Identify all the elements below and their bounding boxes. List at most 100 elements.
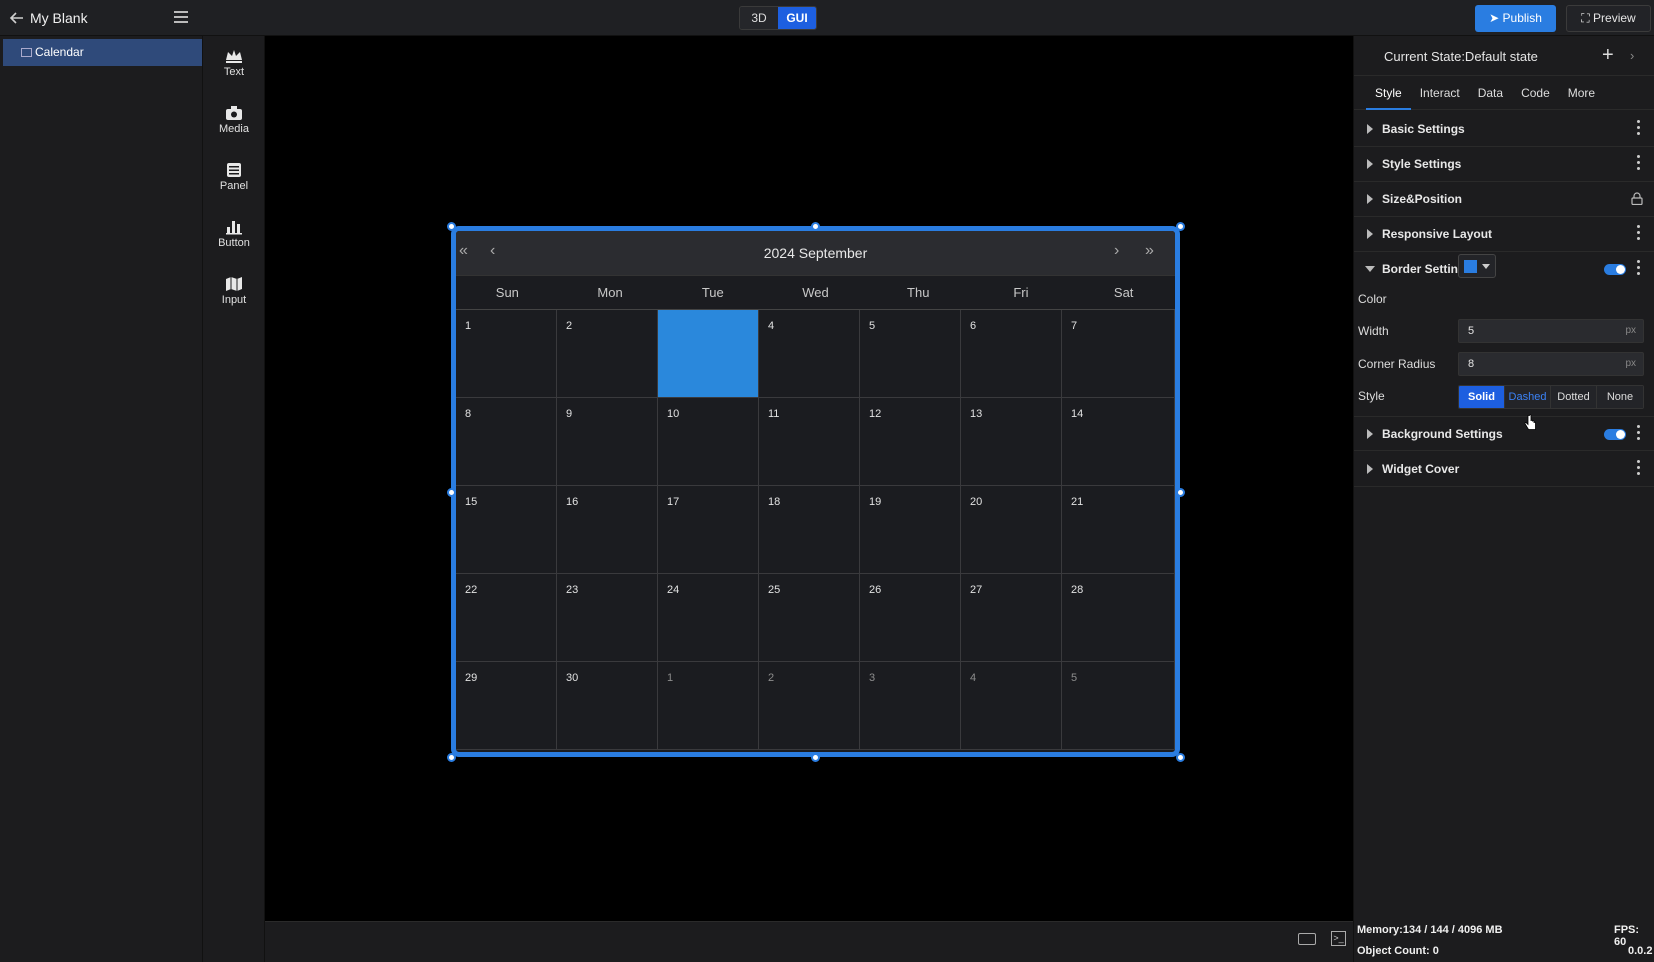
calendar-day-cell[interactable]: 3 xyxy=(860,662,961,750)
calendar-day-cell[interactable]: 26 xyxy=(860,574,961,662)
section-basic-settings[interactable]: Basic Settings xyxy=(1354,112,1654,147)
calendar-day-cell[interactable]: 13 xyxy=(961,398,1062,486)
section-background-settings[interactable]: Background Settings xyxy=(1354,416,1654,451)
calendar-day-cell[interactable]: 27 xyxy=(961,574,1062,662)
tab-data[interactable]: Data xyxy=(1469,76,1512,110)
calendar-widget[interactable]: « ‹ 2024 September › » Sun Mon Tue Wed T… xyxy=(451,226,1180,757)
lock-icon[interactable] xyxy=(1631,192,1643,205)
calendar-day-cell[interactable]: 5 xyxy=(1062,662,1175,750)
style-solid-button[interactable]: Solid xyxy=(1459,386,1505,408)
more-vertical-icon[interactable] xyxy=(1637,225,1641,243)
calendar-day-cell[interactable]: 22 xyxy=(456,574,557,662)
calendar-day-cell[interactable]: 6 xyxy=(961,310,1062,398)
style-dashed-button[interactable]: Dashed xyxy=(1505,386,1551,408)
calendar-day-cell[interactable]: 20 xyxy=(961,486,1062,574)
calendar-day-cell[interactable]: 4 xyxy=(759,310,860,398)
calendar-day-cell[interactable]: 9 xyxy=(557,398,658,486)
background-toggle[interactable] xyxy=(1604,429,1626,440)
more-vertical-icon[interactable] xyxy=(1637,425,1641,443)
more-vertical-icon[interactable] xyxy=(1637,120,1641,138)
publish-button[interactable]: ➤ Publish xyxy=(1475,5,1556,32)
calendar-day-cell[interactable]: 7 xyxy=(1062,310,1175,398)
calendar-day-cell[interactable]: 25 xyxy=(759,574,860,662)
resize-handle-n[interactable] xyxy=(811,222,820,231)
next-year-icon[interactable]: » xyxy=(1145,242,1154,260)
calendar-day-cell[interactable]: 21 xyxy=(1062,486,1175,574)
more-vertical-icon[interactable] xyxy=(1637,260,1641,278)
day-number: 15 xyxy=(465,496,478,508)
menu-icon[interactable] xyxy=(174,11,188,23)
tab-interact[interactable]: Interact xyxy=(1411,76,1469,110)
resize-handle-nw[interactable] xyxy=(447,222,456,231)
tool-text[interactable]: Text xyxy=(203,48,265,98)
calendar-day-cell[interactable]: 29 xyxy=(456,662,557,750)
resize-handle-sw[interactable] xyxy=(447,753,456,762)
weekday-label: Fri xyxy=(1013,285,1029,300)
calendar-day-cell[interactable]: 23 xyxy=(557,574,658,662)
calendar-day-cell[interactable]: 12 xyxy=(860,398,961,486)
add-state-icon[interactable]: + xyxy=(1602,44,1614,67)
calendar-day-cell[interactable]: 8 xyxy=(456,398,557,486)
day-number: 5 xyxy=(1071,672,1078,684)
section-style-settings[interactable]: Style Settings xyxy=(1354,147,1654,182)
calendar-day-cell[interactable]: 2 xyxy=(557,310,658,398)
color-picker[interactable] xyxy=(1458,254,1496,278)
calendar-day-cell[interactable]: 28 xyxy=(1062,574,1175,662)
calendar-day-cell[interactable]: 19 xyxy=(860,486,961,574)
resize-handle-s[interactable] xyxy=(811,753,820,762)
calendar-day-cell[interactable]: 2 xyxy=(759,662,860,750)
calendar-day-cell[interactable]: 4 xyxy=(961,662,1062,750)
tool-panel[interactable]: Panel xyxy=(203,162,265,212)
calendar-day-cell[interactable]: 17 xyxy=(658,486,759,574)
calendar-day-cell[interactable]: 10 xyxy=(658,398,759,486)
corner-radius-input[interactable]: 8 px xyxy=(1458,352,1644,376)
calendar-day-cell[interactable]: 1 xyxy=(658,662,759,750)
caret-right-icon xyxy=(1367,464,1373,474)
tool-input[interactable]: Input xyxy=(203,276,265,326)
tab-more[interactable]: More xyxy=(1559,76,1604,110)
calendar-day-cell[interactable]: 18 xyxy=(759,486,860,574)
day-number: 28 xyxy=(1071,584,1084,596)
preview-button[interactable]: ⛶ Preview xyxy=(1566,5,1651,32)
day-number: 22 xyxy=(465,584,478,596)
style-none-button[interactable]: None xyxy=(1597,386,1643,408)
calendar-day-cell[interactable]: 1 xyxy=(456,310,557,398)
color-label: Color xyxy=(1358,292,1387,306)
mode-gui-button[interactable]: GUI xyxy=(778,7,816,29)
section-size-position[interactable]: Size&Position xyxy=(1354,182,1654,217)
tab-code[interactable]: Code xyxy=(1512,76,1559,110)
caret-right-icon xyxy=(1367,124,1373,134)
calendar-day-cell[interactable]: 16 xyxy=(557,486,658,574)
keyboard-icon[interactable] xyxy=(1298,933,1316,945)
style-dotted-button[interactable]: Dotted xyxy=(1551,386,1597,408)
more-vertical-icon[interactable] xyxy=(1637,155,1641,173)
tool-button[interactable]: Button xyxy=(203,219,265,269)
resize-handle-se[interactable] xyxy=(1176,753,1185,762)
resize-handle-ne[interactable] xyxy=(1176,222,1185,231)
section-responsive-layout[interactable]: Responsive Layout xyxy=(1354,217,1654,252)
next-month-icon[interactable]: › xyxy=(1114,242,1119,260)
terminal-icon[interactable]: >_ xyxy=(1331,931,1346,946)
chevron-right-icon[interactable]: › xyxy=(1630,48,1634,63)
project-title: My Blank xyxy=(30,10,88,26)
layer-item-calendar[interactable]: Calendar xyxy=(3,39,202,66)
resize-handle-e[interactable] xyxy=(1176,488,1185,497)
mode-3d-button[interactable]: 3D xyxy=(740,7,778,29)
section-border-settings[interactable]: Border Settings xyxy=(1354,252,1654,287)
calendar-day-cell[interactable]: 15 xyxy=(456,486,557,574)
calendar-day-cell[interactable]: 24 xyxy=(658,574,759,662)
day-number: 21 xyxy=(1071,496,1084,508)
more-vertical-icon[interactable] xyxy=(1637,460,1641,478)
section-widget-cover[interactable]: Widget Cover xyxy=(1354,452,1654,487)
resize-handle-w[interactable] xyxy=(447,488,456,497)
tab-style[interactable]: Style xyxy=(1366,76,1411,110)
calendar-day-cell[interactable]: 30 xyxy=(557,662,658,750)
calendar-day-cell[interactable]: 11 xyxy=(759,398,860,486)
back-arrow-icon[interactable] xyxy=(8,9,26,27)
calendar-day-cell[interactable] xyxy=(658,310,759,398)
width-input[interactable]: 5 px xyxy=(1458,319,1644,343)
tool-media[interactable]: Media xyxy=(203,105,265,155)
border-toggle[interactable] xyxy=(1604,264,1626,275)
calendar-day-cell[interactable]: 5 xyxy=(860,310,961,398)
calendar-day-cell[interactable]: 14 xyxy=(1062,398,1175,486)
